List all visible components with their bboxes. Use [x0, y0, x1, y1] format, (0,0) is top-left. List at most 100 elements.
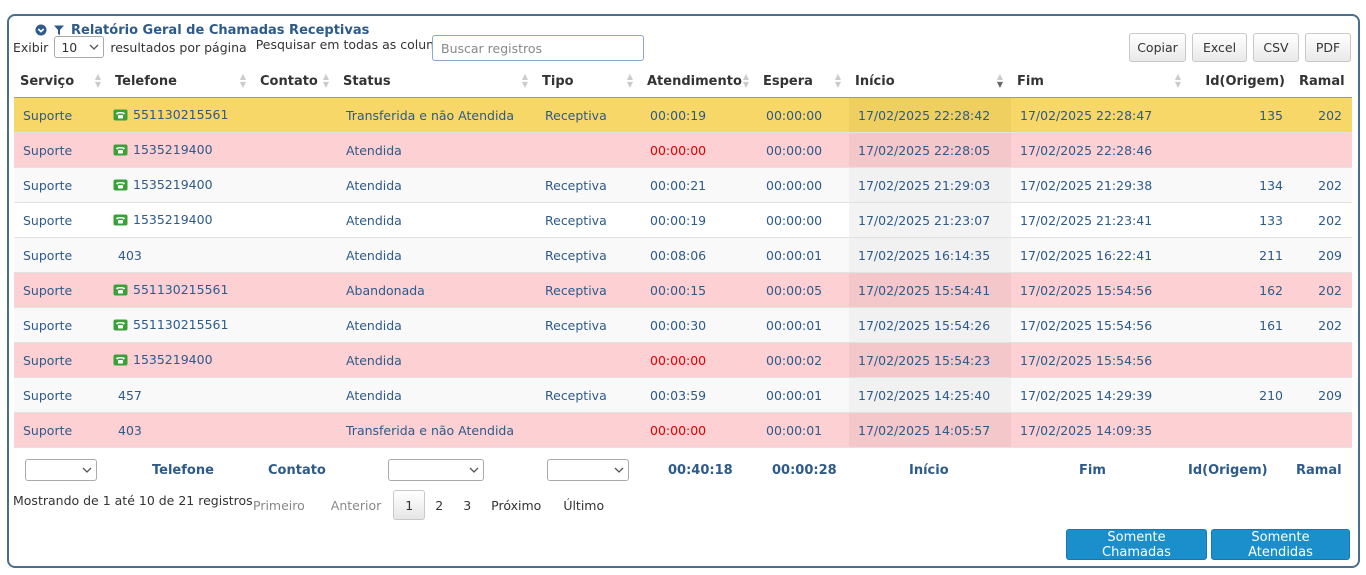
cell-status: Atendida: [337, 307, 536, 343]
cell-text: 17/02/2025 21:23:41: [1020, 212, 1153, 228]
cell-ramal: 202: [1293, 272, 1352, 308]
column-header-ramal[interactable]: Ramal: [1293, 65, 1352, 98]
table-row[interactable]: Suporte 1535219400 Atendida Receptiva 00:00:…: [14, 167, 1352, 203]
last-page-button[interactable]: Último: [553, 490, 614, 520]
chevron-down-icon: [469, 467, 479, 473]
column-header-id-origem[interactable]: Id(Origem): [1189, 65, 1293, 98]
cell-text: 202: [1318, 212, 1342, 228]
table-row[interactable]: Suporte 1535219400 Atendida 00:00:00 00:00:0…: [14, 342, 1352, 378]
table-info: Mostrando de 1 até 10 de 21 registros: [13, 493, 253, 508]
footer-id-origem: Id(Origem): [1188, 463, 1268, 478]
cell-atendimento: 00:00:00: [641, 132, 757, 168]
only-calls-button[interactable]: Somente Chamadas: [1066, 529, 1207, 560]
tipo-filter-select[interactable]: [547, 459, 629, 481]
cell-fim: 17/02/2025 22:28:47: [1011, 97, 1189, 133]
collapse-circle-icon[interactable]: [35, 24, 47, 36]
table-row[interactable]: Suporte 551130215561 Abandonada Receptiva 00…: [14, 272, 1352, 308]
search-input[interactable]: [432, 35, 644, 61]
cell-text: 551130215561: [133, 106, 229, 122]
cell-text: 00:00:00: [766, 177, 823, 193]
cell-servico: Suporte: [14, 97, 109, 133]
cell-text: 00:00:19: [650, 107, 707, 123]
column-header-espera[interactable]: Espera ▲ ▼: [757, 65, 849, 98]
page-button-2[interactable]: 2: [425, 490, 453, 520]
excel-button[interactable]: Excel: [1192, 33, 1247, 62]
calls-table: Serviço ▲ ▼ Telefone ▲ ▼ Contato ▲ ▼ Status ▲ ▼ Tipo…: [14, 65, 1352, 448]
cell-text: 17/02/2025 14:09:35: [1020, 422, 1153, 438]
sort-arrows-icon: ▲ ▼: [1174, 72, 1181, 89]
cell-servico: Suporte: [14, 412, 109, 448]
cell-text: Receptiva: [545, 107, 607, 123]
cell-text: 17/02/2025 21:23:07: [858, 212, 991, 228]
cell-status: Abandonada: [337, 272, 536, 308]
table-row[interactable]: Suporte 551130215561 Atendida Receptiva 00:0…: [14, 307, 1352, 343]
copy-button[interactable]: Copiar: [1129, 33, 1186, 62]
cell-text: 403: [118, 247, 142, 263]
cell-inicio: 17/02/2025 15:54:26: [849, 307, 1011, 343]
cell-text: Atendida: [346, 352, 402, 368]
cell-text: Suporte: [23, 317, 73, 333]
cell-tipo: Receptiva: [536, 307, 641, 343]
cell-espera: 00:00:00: [757, 132, 849, 168]
previous-page-button[interactable]: Anterior: [321, 490, 391, 520]
cell-fim: 17/02/2025 21:29:38: [1011, 167, 1189, 203]
column-header-atendimento[interactable]: Atendimento ▲ ▼: [641, 65, 757, 98]
pdf-button[interactable]: PDF: [1305, 33, 1351, 62]
search-label: Pesquisar em todas as colunas:: [255, 36, 453, 52]
servico-filter-select[interactable]: [25, 459, 97, 481]
table-row[interactable]: Suporte 403 Atendida Receptiva 00:08:06 00:00…: [14, 237, 1352, 273]
cell-atendimento: 00:08:06: [641, 237, 757, 273]
table-row[interactable]: Suporte 1535219400 Atendida Receptiva 00:00:…: [14, 202, 1352, 238]
filter-icon[interactable]: [53, 24, 65, 36]
cell-text: 17/02/2025 16:14:35: [858, 247, 991, 263]
table-row[interactable]: Suporte 551130215561 Transferida e não Ate…: [14, 97, 1352, 133]
next-page-button[interactable]: Próximo: [481, 490, 551, 520]
cell-espera: 00:00:02: [757, 342, 849, 378]
phone-icon: [113, 179, 128, 194]
cell-text: 00:03:59: [650, 387, 707, 403]
cell-id-origem: 210: [1189, 377, 1293, 413]
cell-text: 00:00:00: [766, 107, 823, 123]
cell-telefone: 1535219400: [109, 167, 254, 203]
cell-tipo: Receptiva: [536, 202, 641, 238]
cell-contato: [254, 412, 337, 448]
cell-telefone: 403: [109, 237, 254, 273]
cell-text: Suporte: [23, 177, 73, 193]
table-row[interactable]: Suporte 1535219400 Atendida 00:00:00 00:00:0…: [14, 132, 1352, 168]
status-filter-select[interactable]: [388, 459, 484, 481]
cell-tipo: [536, 412, 641, 448]
column-header-contato[interactable]: Contato ▲ ▼: [254, 65, 337, 98]
cell-text: 202: [1318, 317, 1342, 333]
column-header-servico[interactable]: Serviço ▲ ▼: [14, 65, 109, 98]
cell-ramal: [1293, 132, 1352, 168]
cell-espera: 00:00:01: [757, 412, 849, 448]
sort-arrows-icon: ▲ ▼: [996, 72, 1003, 89]
column-header-tipo[interactable]: Tipo ▲ ▼: [536, 65, 641, 98]
cell-inicio: 17/02/2025 15:54:23: [849, 342, 1011, 378]
column-header-status[interactable]: Status ▲ ▼: [337, 65, 536, 98]
cell-ramal: [1293, 342, 1352, 378]
cell-telefone: 551130215561: [109, 307, 254, 343]
cell-text: 00:00:21: [650, 177, 707, 193]
page-size-value: 10: [61, 39, 78, 55]
column-header-inicio[interactable]: Início ▲ ▼: [849, 65, 1011, 98]
page-size-select[interactable]: 10: [54, 36, 105, 58]
cell-text: 202: [1318, 282, 1342, 298]
cell-fim: 17/02/2025 14:09:35: [1011, 412, 1189, 448]
page-button-1[interactable]: 1: [393, 490, 426, 520]
page-button-3[interactable]: 3: [453, 490, 481, 520]
cell-ramal: 209: [1293, 377, 1352, 413]
first-page-button[interactable]: Primeiro: [243, 490, 315, 520]
cell-servico: Suporte: [14, 377, 109, 413]
column-header-fim[interactable]: Fim ▲ ▼: [1011, 65, 1189, 98]
cell-text: 00:00:00: [766, 142, 823, 158]
table-row[interactable]: Suporte 457 Atendida Receptiva 00:03:59 00:00…: [14, 377, 1352, 413]
only-answered-button[interactable]: Somente Atendidas: [1211, 529, 1350, 560]
footer-contato: Contato: [268, 463, 326, 478]
column-header-label: Fim: [1017, 73, 1044, 89]
column-header-telefone[interactable]: Telefone ▲ ▼: [109, 65, 254, 98]
csv-button[interactable]: CSV: [1253, 33, 1299, 62]
table-row[interactable]: Suporte 403 Transferida e não Atendida 00:0…: [14, 412, 1352, 448]
cell-tipo: Receptiva: [536, 377, 641, 413]
cell-text: 17/02/2025 14:05:57: [858, 422, 991, 438]
